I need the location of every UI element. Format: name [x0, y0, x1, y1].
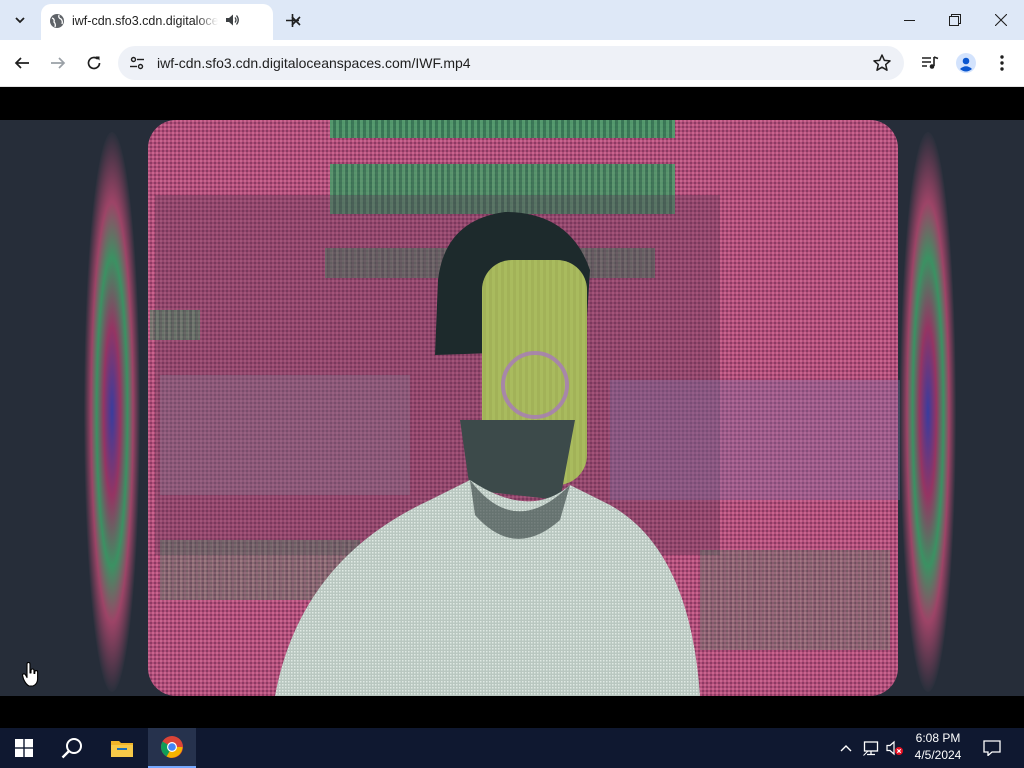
reload-icon [87, 56, 101, 70]
taskbar-clock[interactable]: 6:08 PM 4/5/2024 [908, 730, 968, 766]
close-window-button[interactable] [978, 0, 1024, 40]
minimize-icon [903, 19, 915, 21]
profile-icon [956, 53, 976, 73]
show-hidden-icons-button[interactable] [836, 728, 856, 768]
minimize-button[interactable] [886, 0, 932, 40]
tune-icon [130, 56, 144, 70]
chevron-down-icon [15, 17, 25, 24]
taskbar: 6:08 PM 4/5/2024 [0, 728, 1024, 768]
url-text[interactable]: iwf-cdn.sfo3.cdn.digitaloceanspaces.com/… [157, 55, 471, 71]
close-icon [995, 14, 1007, 26]
network-button[interactable] [860, 728, 882, 768]
restore-button[interactable] [932, 0, 978, 40]
video-player[interactable] [0, 120, 1024, 696]
page-content [0, 88, 1024, 728]
media-control-button[interactable] [915, 48, 945, 78]
active-tab[interactable]: iwf-cdn.sfo3.cdn.digitaloceanspaces.com/… [41, 4, 301, 40]
chrome-taskbar-button[interactable] [148, 728, 196, 768]
chevron-up-icon [840, 745, 852, 752]
site-info-button[interactable] [126, 52, 148, 74]
network-icon [863, 741, 879, 756]
clock-time: 6:08 PM [915, 731, 961, 745]
taskbar-search-button[interactable] [48, 728, 96, 768]
start-button[interactable] [0, 728, 48, 768]
screen: iwf-cdn.sfo3.cdn.digitaloceanspaces.com/… [0, 0, 1024, 768]
profile-button[interactable] [951, 48, 981, 78]
file-explorer-button[interactable] [98, 728, 146, 768]
tab-title: iwf-cdn.sfo3.cdn.digitaloceanspaces.com/… [72, 14, 218, 28]
speaker-muted-icon [886, 740, 903, 756]
search-icon [61, 738, 82, 759]
forward-button[interactable] [43, 48, 73, 78]
kebab-menu-icon [1000, 55, 1004, 71]
tab-search-button[interactable] [6, 6, 34, 34]
restore-icon [949, 14, 961, 26]
video-frame [0, 120, 1024, 696]
windows-start-icon [15, 739, 33, 757]
hand-cursor-icon [22, 662, 39, 687]
browser-toolbar: iwf-cdn.sfo3.cdn.digitaloceanspaces.com/… [0, 40, 1024, 87]
address-bar[interactable]: iwf-cdn.sfo3.cdn.digitaloceanspaces.com/… [118, 46, 904, 80]
reload-button[interactable] [79, 48, 109, 78]
forward-arrow-icon [51, 57, 66, 69]
file-explorer-icon [111, 741, 133, 757]
clock-date: 4/5/2024 [914, 748, 962, 762]
volume-button[interactable] [884, 728, 906, 768]
back-button[interactable] [7, 48, 37, 78]
star-icon[interactable] [872, 53, 892, 73]
new-tab-button[interactable] [280, 8, 304, 32]
globe-icon [50, 14, 64, 28]
plus-icon [285, 13, 299, 27]
action-center-icon [983, 740, 1001, 756]
chrome-icon [161, 736, 183, 758]
action-center-button[interactable] [972, 728, 1012, 768]
browser-menu-button[interactable] [987, 48, 1017, 78]
tab-strip: iwf-cdn.sfo3.cdn.digitaloceanspaces.com/… [0, 0, 1024, 40]
back-arrow-icon [14, 57, 29, 69]
speaker-icon[interactable] [224, 12, 240, 28]
media-queue-icon [922, 56, 939, 69]
